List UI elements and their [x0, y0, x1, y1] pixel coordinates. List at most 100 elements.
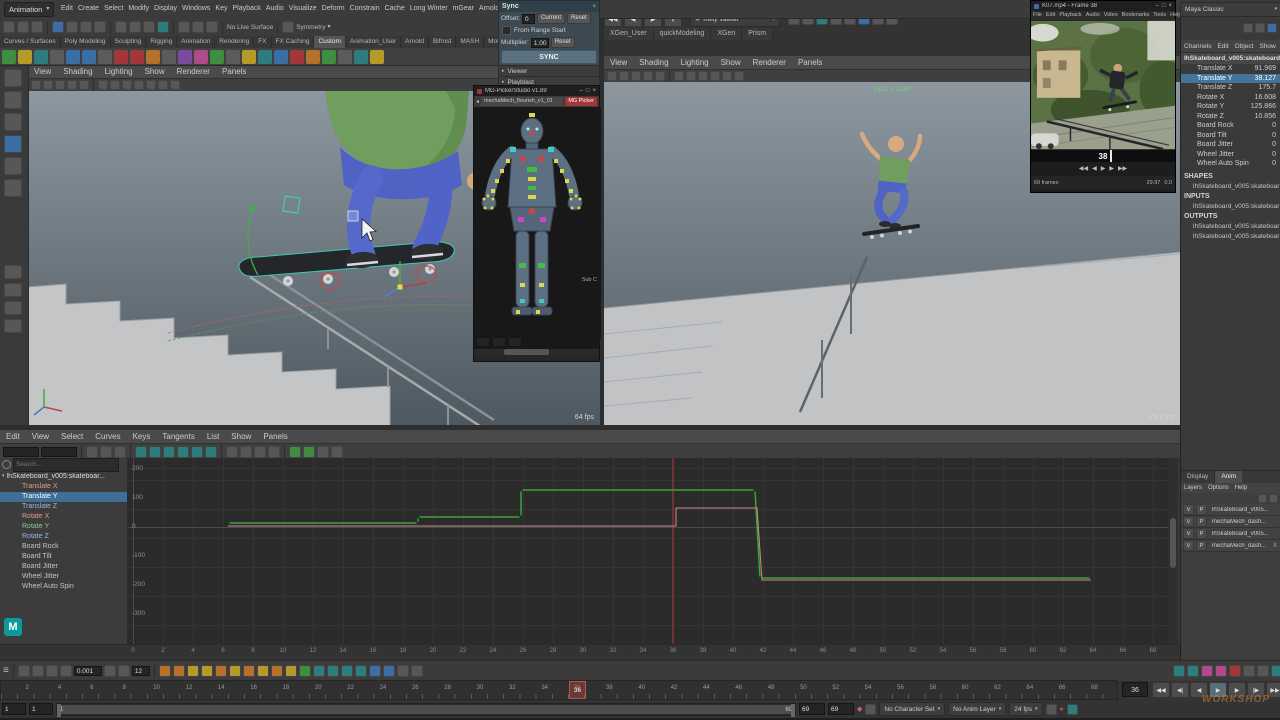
frame-range-icon[interactable] — [1271, 665, 1280, 677]
construction-history-icon[interactable] — [178, 21, 190, 33]
shelf-tab[interactable]: Curves / Surfaces — [0, 36, 61, 48]
step-tangent-icon[interactable] — [191, 446, 203, 458]
video-menu-item[interactable]: Audio — [1084, 11, 1102, 20]
viewport-menu-item[interactable]: Show — [715, 56, 747, 69]
bookmarks-icon[interactable] — [67, 80, 77, 90]
shelf-icon[interactable] — [18, 50, 32, 64]
goto-start-icon[interactable]: ◀◀ — [1079, 166, 1088, 172]
ghost-before-icon[interactable] — [159, 665, 171, 677]
graph-channel-row[interactable]: Wheel Jitter — [0, 572, 127, 582]
stacked-curves-icon[interactable] — [104, 665, 116, 677]
viewer-section[interactable]: ▸ Viewer — [499, 65, 599, 76]
scale-keys-icon[interactable] — [285, 665, 297, 677]
menu-item[interactable]: Display — [152, 0, 180, 18]
graph-channel-row[interactable]: Rotate X — [0, 512, 127, 522]
ipr-render-icon[interactable] — [206, 21, 218, 33]
current-time-field[interactable]: 36 — [1122, 682, 1148, 697]
reset-button[interactable]: Reset — [551, 37, 575, 48]
shelf-tab[interactable]: Sculpting — [111, 36, 147, 48]
symmetry-label[interactable]: Symmetry — [296, 24, 325, 31]
animation-start-field[interactable]: 1 — [2, 703, 26, 715]
goto-end-icon[interactable]: ▶▶ — [1118, 166, 1127, 172]
ik-fk-blend-icon[interactable] — [369, 665, 381, 677]
camera-attributes-icon[interactable] — [55, 80, 65, 90]
layer-playback-toggle[interactable]: P — [1196, 516, 1207, 527]
shape-node[interactable]: lhSkateboard_v005:skateboar — [1181, 182, 1280, 192]
layer-playback-toggle[interactable]: P — [1196, 504, 1207, 515]
graph-menu-item[interactable]: View — [26, 430, 55, 443]
layer-visibility-toggle[interactable]: V — [1183, 516, 1194, 527]
live-surface-label[interactable]: No Live Surface — [227, 24, 273, 31]
channel-box-menu-item[interactable]: Show — [1256, 43, 1278, 50]
trail-options-icon[interactable] — [243, 665, 255, 677]
ik-handle-icon[interactable] — [383, 665, 395, 677]
swivel-icon[interactable] — [257, 665, 269, 677]
symmetry-icon[interactable] — [282, 21, 294, 33]
shelf-tab[interactable]: Arnold — [401, 36, 429, 48]
video-frame[interactable] — [1031, 20, 1175, 150]
object-mode-icon[interactable] — [80, 21, 92, 33]
unmute-channel-icon[interactable] — [1215, 665, 1227, 677]
step-forward-icon[interactable]: ▶ — [1109, 166, 1114, 172]
workspace-selector[interactable]: Maya Classic ▾ — [1180, 2, 1280, 17]
close-icon[interactable]: × — [592, 88, 596, 94]
add-layer-from-selected-icon[interactable] — [1269, 494, 1278, 503]
menu-item[interactable]: Select — [101, 0, 125, 18]
rotate-tool-icon[interactable] — [4, 157, 22, 175]
graph-editor-toggle-icon[interactable] — [1173, 665, 1185, 677]
shelf-icon[interactable] — [306, 50, 320, 64]
spline-tangent-icon[interactable] — [135, 446, 147, 458]
graph-channel-row[interactable]: Rotate Y — [0, 522, 127, 532]
buffer-curve-icon[interactable] — [226, 446, 238, 458]
motion-blur-icon[interactable] — [170, 80, 180, 90]
graph-channel-row[interactable]: Wheel Auto Spin — [0, 582, 127, 592]
pre-infinity-icon[interactable] — [317, 446, 329, 458]
step-back-icon[interactable]: ◀ — [1092, 166, 1097, 172]
shelf-tab[interactable]: XGen_User — [604, 28, 654, 40]
component-mode-icon[interactable] — [94, 21, 106, 33]
mute-channel-icon[interactable] — [1201, 665, 1213, 677]
tangent-step-icon[interactable] — [355, 665, 367, 677]
camera-attributes-icon[interactable] — [631, 71, 641, 81]
snap-time-icon[interactable] — [32, 665, 44, 677]
shelf-tab[interactable]: Rendering — [215, 36, 254, 48]
menu-item[interactable]: Key — [213, 0, 230, 18]
channel-value[interactable]: 175.7 — [1258, 83, 1276, 93]
channel-row[interactable]: Translate Z 175.7 — [1181, 83, 1280, 93]
delete-keys-icon[interactable] — [1229, 665, 1241, 677]
tangent-spline-icon[interactable] — [313, 665, 325, 677]
set-key-icon[interactable]: ◆ — [857, 706, 862, 713]
expand-arrow-icon[interactable]: ▾ — [2, 474, 5, 479]
layout-persp-outliner-icon[interactable] — [4, 301, 22, 315]
shelf-icon[interactable] — [226, 50, 240, 64]
viewport-menu-item[interactable]: Renderer — [171, 65, 216, 78]
output-node[interactable]: lhSkateboard_v005:skateboar — [1181, 222, 1280, 232]
picker-tab[interactable]: mechaMech_flourish_v1_01 — [481, 97, 563, 106]
play-icon[interactable]: ▶ — [1101, 166, 1106, 172]
lights-icon[interactable] — [134, 80, 144, 90]
video-menu-item[interactable]: File — [1031, 11, 1044, 20]
video-menu-item[interactable]: Edit — [1044, 11, 1057, 20]
bookmarks-icon[interactable] — [643, 71, 653, 81]
graph-curves[interactable] — [128, 458, 1168, 644]
viewport-menu-item[interactable]: View — [604, 56, 633, 69]
menu-item[interactable]: Modify — [126, 0, 152, 18]
viewport-menu-item[interactable]: Show — [139, 65, 171, 78]
menu-set-selector[interactable]: Animation ▾ — [4, 2, 54, 17]
frame-all-icon[interactable] — [289, 446, 301, 458]
anim-layer-row[interactable]: V P mechaMech_dash... — [1181, 516, 1280, 528]
tangent-linear-icon[interactable] — [327, 665, 339, 677]
time-slider[interactable]: 2468101214161820222426283032343638404244… — [0, 680, 1118, 700]
mg-picker-button[interactable]: MG Picker — [565, 97, 597, 106]
layout-four-pane-icon[interactable] — [4, 283, 22, 297]
picker-figure[interactable] — [474, 107, 601, 340]
minimize-icon[interactable]: – — [1156, 3, 1159, 9]
graph-channel-row[interactable]: Translate X — [0, 482, 127, 492]
shelf-tab[interactable]: FX — [254, 36, 271, 48]
shelf-icon[interactable] — [242, 50, 256, 64]
shelf-icon[interactable] — [354, 50, 368, 64]
animation-end-field[interactable]: 69 — [828, 703, 854, 715]
insert-key-icon[interactable] — [299, 665, 311, 677]
menu-item[interactable]: Create — [75, 0, 101, 18]
ghost-both-icon[interactable] — [187, 665, 199, 677]
